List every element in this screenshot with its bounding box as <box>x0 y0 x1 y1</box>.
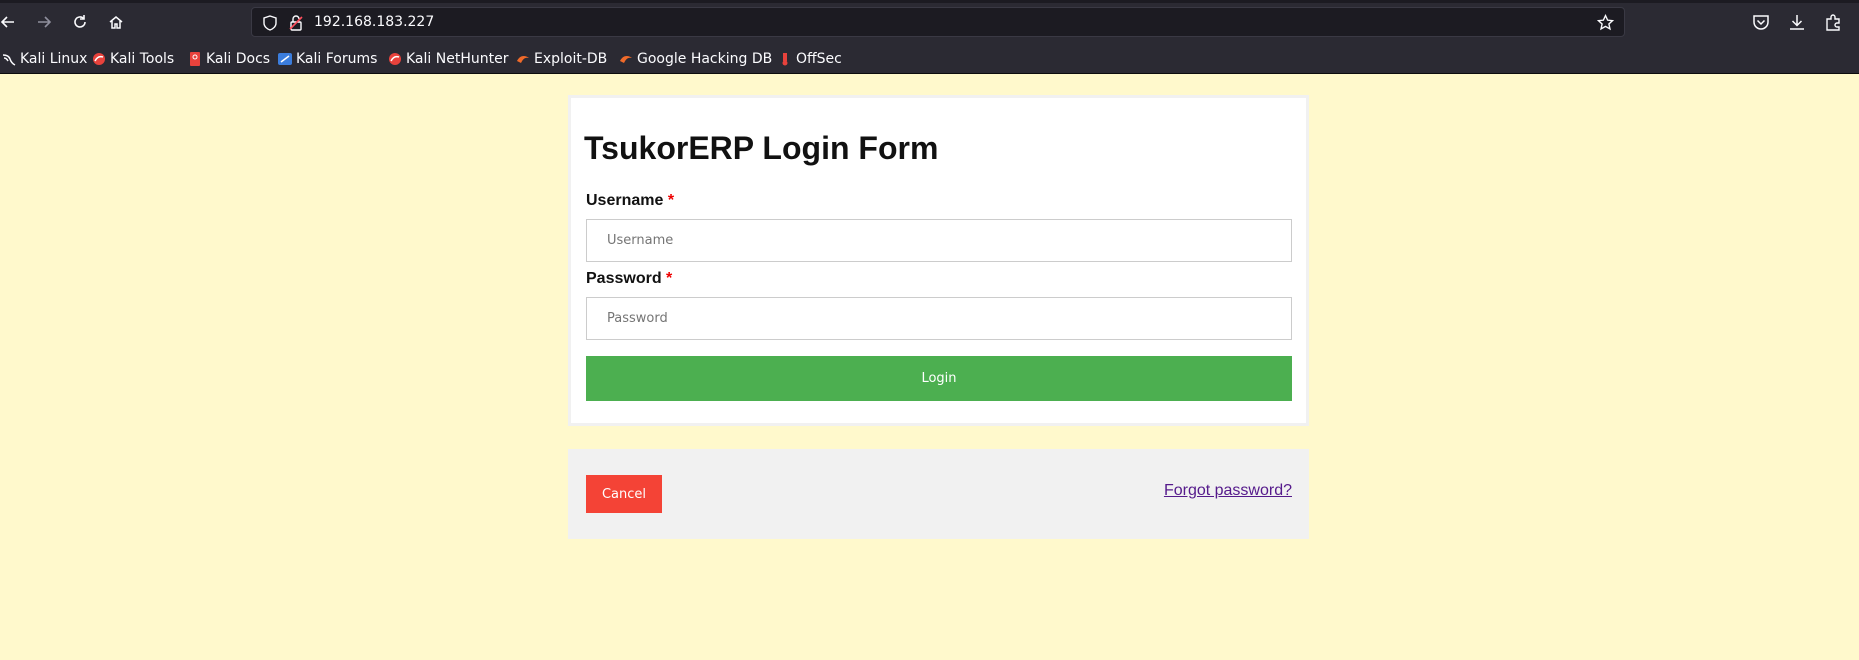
required-marker: * <box>666 270 673 287</box>
kali-dragon-icon <box>2 52 16 66</box>
bookmark-label: Kali Linux <box>20 51 88 67</box>
password-label: Password * <box>586 270 672 288</box>
kali-nethunter-icon <box>388 52 402 66</box>
extensions-icon[interactable] <box>1824 13 1842 31</box>
bookmark-offsec[interactable]: OffSec <box>778 49 842 69</box>
bookmark-label: Kali Tools <box>110 51 175 67</box>
bookmark-label: Kali NetHunter <box>406 51 509 67</box>
login-button[interactable]: Login <box>586 356 1292 401</box>
kali-tools-icon <box>92 52 106 66</box>
page-title: TsukorERP Login Form <box>584 130 939 166</box>
username-label: Username * <box>586 192 674 210</box>
back-button[interactable] <box>0 10 20 34</box>
reload-button[interactable] <box>68 10 92 34</box>
kali-forums-icon <box>278 52 292 66</box>
bookmark-kali-tools[interactable]: Kali Tools <box>92 49 174 69</box>
back-arrow-icon <box>0 16 14 28</box>
bookmark-label: Exploit-DB <box>534 51 608 67</box>
ghdb-icon <box>619 52 633 66</box>
username-input[interactable] <box>586 219 1292 262</box>
tracking-shield-icon[interactable] <box>262 15 278 31</box>
exploit-db-icon <box>516 52 530 66</box>
bookmarks-toolbar: Kali Linux Kali Tools Kali Docs Kali For… <box>0 43 1859 74</box>
tab-strip-edge <box>0 0 1859 3</box>
required-marker: * <box>667 192 675 209</box>
forward-arrow-icon <box>38 16 52 28</box>
forgot-password-link[interactable]: Forgot password? <box>1164 482 1292 500</box>
bookmark-kali-docs[interactable]: Kali Docs <box>188 49 270 69</box>
bookmark-exploit-db[interactable]: Exploit-DB <box>516 49 607 69</box>
home-icon <box>109 16 123 29</box>
forward-button[interactable] <box>32 10 56 34</box>
bookmark-star-icon[interactable] <box>1597 14 1614 31</box>
url-bar[interactable]: 192.168.183.227 <box>251 7 1625 37</box>
bookmark-kali-linux[interactable]: Kali Linux <box>2 49 87 69</box>
download-icon[interactable] <box>1788 13 1806 31</box>
url-text[interactable]: 192.168.183.227 <box>314 14 434 30</box>
password-input[interactable] <box>586 297 1292 340</box>
cancel-button[interactable]: Cancel <box>586 475 662 513</box>
offsec-icon <box>778 52 792 66</box>
username-label-text: Username <box>586 192 664 209</box>
bookmark-kali-nethunter[interactable]: Kali NetHunter <box>388 49 508 69</box>
bookmark-google-hacking-db[interactable]: Google Hacking DB <box>619 49 772 69</box>
kali-docs-icon <box>188 52 202 66</box>
home-button[interactable] <box>104 10 128 34</box>
bookmark-label: Kali Docs <box>206 51 271 67</box>
bookmark-kali-forums[interactable]: Kali Forums <box>278 49 377 69</box>
bookmark-label: Kali Forums <box>296 51 378 67</box>
password-label-text: Password <box>586 270 662 287</box>
browser-toolbar: 192.168.183.227 <box>0 0 1859 43</box>
reload-icon <box>74 15 86 28</box>
insecure-lock-icon[interactable] <box>289 15 303 31</box>
bookmark-label: OffSec <box>796 51 842 67</box>
pocket-icon[interactable] <box>1752 13 1770 31</box>
bookmark-label: Google Hacking DB <box>637 51 773 67</box>
